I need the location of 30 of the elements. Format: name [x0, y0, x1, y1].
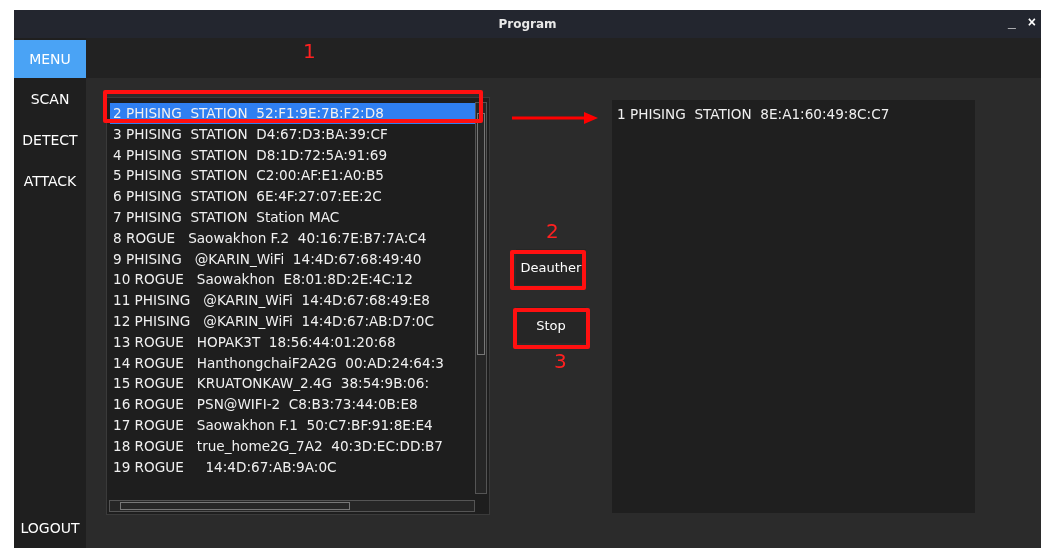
station-list-item[interactable]: 11 PHISING @KARIN_WiFi 14:4D:67:68:49:E8 — [110, 290, 476, 311]
station-list-item[interactable]: 5 PHISING STATION C2:00:AF:E1:A0:B5 — [110, 165, 476, 187]
station-list-item[interactable]: 18 ROGUE true_home2G_7A2 40:3D:EC:DD:B7 — [110, 435, 476, 457]
station-list-item[interactable]: 10 ROGUE Saowakhon E8:01:8D:2E:4C:12 — [110, 269, 476, 291]
sidebar-item[interactable]: SCAN — [14, 78, 86, 119]
logout-item[interactable]: LOGOUT — [14, 507, 86, 548]
station-list-item[interactable]: 15 ROGUE KRUATONKAW_2.4G 38:54:9B:06: — [110, 373, 476, 395]
station-list-item[interactable]: 7 PHISING STATION Station MAC — [110, 207, 476, 228]
window-title: Program — [498, 17, 557, 31]
station-list-item[interactable]: 3 PHISING STATION D4:67:D3:BA:39:CF — [110, 123, 476, 145]
station-list-item[interactable]: 13 ROGUE HOPAK3T 18:56:44:01:20:68 — [110, 331, 476, 353]
horizontal-scrollbar[interactable] — [109, 500, 475, 512]
vertical-scrollbar[interactable] — [475, 102, 487, 494]
station-list-item[interactable]: 17 ROGUE Saowakhon F.1 50:C7:BF:91:8E:E4 — [110, 414, 476, 436]
station-list-item[interactable]: 6 PHISING STATION 6E:4F:27:07:EE:2C — [110, 186, 476, 207]
target-list-item[interactable]: 1 PHISING STATION 8E:A1:60:49:8C:C7 — [617, 104, 970, 124]
sidebar-item[interactable]: ATTACK — [14, 160, 86, 201]
annotation-number: 2 — [546, 220, 559, 242]
station-list-item[interactable]: 9 PHISING @KARIN_WiFi 14:4D:67:68:49:40 — [110, 248, 476, 270]
station-list-item[interactable]: 8 ROGUE Saowakhon F.2 40:16:7E:B7:7A:C4 — [110, 227, 476, 249]
station-list-item[interactable]: 14 ROGUE HanthongchaiF2A2G 00:AD:24:64:3 — [110, 352, 476, 374]
sidebar-item[interactable]: DETECT — [14, 119, 86, 160]
annotation-number: 1 — [303, 40, 316, 62]
window-control-button[interactable]: _ — [1005, 14, 1019, 30]
station-list-item[interactable]: 19 ROGUE 14:4D:67:AB:9A:0C — [110, 456, 476, 478]
annotation-number: 3 — [554, 350, 567, 372]
station-list-item[interactable]: 16 ROGUE PSN@WIFI-2 C8:B3:73:44:0B:E8 — [110, 394, 476, 415]
window-control-button[interactable]: × — [1024, 14, 1039, 30]
station-list-item[interactable]: 4 PHISING STATION D8:1D:72:5A:91:69 — [110, 144, 476, 166]
station-list-item[interactable]: 12 PHISING @KARIN_WiFi 14:4D:67:AB:D7:0C — [110, 310, 476, 332]
